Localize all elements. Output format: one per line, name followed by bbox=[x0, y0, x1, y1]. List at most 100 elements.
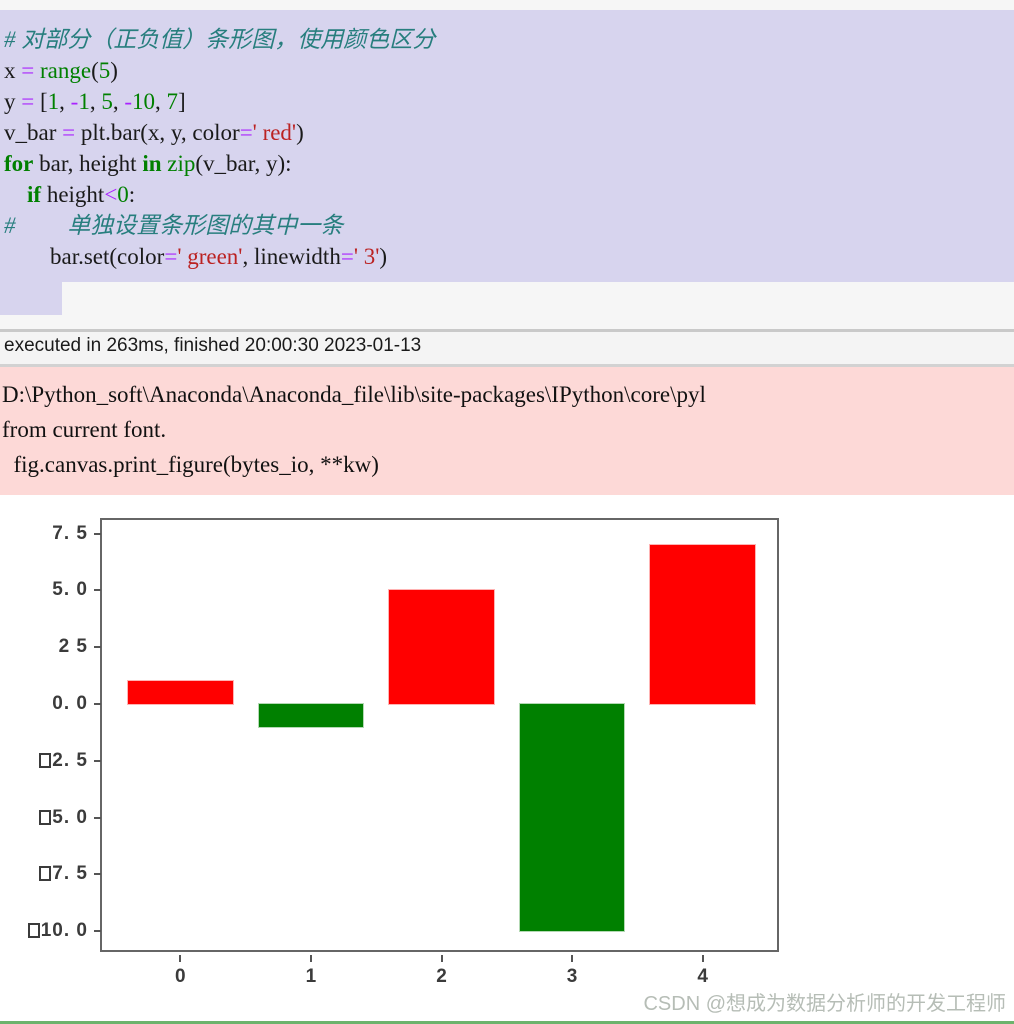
missing-glyph-box-icon bbox=[39, 809, 52, 825]
x-tick-label: 0 bbox=[175, 966, 186, 987]
code-token-op: = bbox=[62, 120, 76, 145]
code-token-op: < bbox=[104, 182, 118, 207]
y-tick-mark bbox=[94, 873, 101, 876]
x-tick-label: 3 bbox=[566, 966, 578, 987]
y-tick-mark bbox=[94, 703, 101, 706]
bar-0 bbox=[127, 680, 234, 706]
code-line: for bar, height in zip(v_bar, y): bbox=[4, 148, 435, 179]
stderr-line: from current font. bbox=[2, 417, 167, 442]
code-token-plain: bar, height bbox=[33, 151, 143, 176]
x-tick-label: 4 bbox=[697, 966, 708, 987]
y-tick-mark bbox=[94, 532, 101, 535]
code-source[interactable]: # 对部分（正负值）条形图，使用颜色区分 x = range(5) y = [1 , … bbox=[4, 24, 435, 272]
csdn-watermark: CSDN @想成为数据分析师的开发工程师 bbox=[643, 993, 1006, 1015]
y-tick-mark bbox=[94, 759, 101, 762]
code-line: # 单独设置条形图的其中一条 bbox=[4, 210, 435, 241]
code-line: if height<0: bbox=[4, 179, 435, 210]
code-token-plain: , bbox=[112, 89, 125, 114]
y-tick-mark bbox=[94, 816, 101, 819]
code-token-plain: v_bar bbox=[4, 120, 63, 145]
code-token-plain: ) bbox=[296, 120, 304, 145]
code-token-plain: : bbox=[128, 182, 136, 207]
y-tick-label: 2 5 bbox=[58, 636, 88, 658]
code-token-num: 5 bbox=[101, 89, 113, 114]
code-line: y = [1, -1, 5, -10, 7] bbox=[4, 86, 435, 117]
code-token-num: 0 bbox=[117, 182, 129, 207]
code-token-plain: ) bbox=[110, 58, 118, 83]
code-token-num: 1 bbox=[47, 89, 60, 114]
bar-4 bbox=[649, 543, 756, 706]
code-token-op: = bbox=[21, 89, 35, 114]
figure-output: 7. 5 5. 0 2 5 0. 0 2. 5 5. 0 7. 5 10. 0 0 1 2 3 4 C… bbox=[0, 495, 1014, 1024]
code-token-kw: if bbox=[27, 182, 42, 207]
y-tick-label: 10. 0 bbox=[0, 920, 88, 942]
y-tick-label: 7. 5 bbox=[0, 863, 88, 885]
stderr-line: D:\Python_soft\Anaconda\Anaconda_file\li… bbox=[2, 382, 706, 407]
plot-axes-frame bbox=[100, 518, 779, 952]
code-token-comment: # 对部分（正负值）条形图，使用颜色区分 bbox=[4, 27, 436, 52]
code-token-num: 10 bbox=[132, 89, 155, 114]
code-token-plain: ] bbox=[178, 89, 186, 114]
bars-layer bbox=[102, 520, 777, 950]
code-token-op: = bbox=[239, 120, 253, 145]
x-tick-label: 1 bbox=[305, 966, 317, 987]
x-tick-mark bbox=[571, 955, 574, 962]
code-cell[interactable]: # 对部分（正负值）条形图，使用颜色区分 x = range(5) y = [1 , … bbox=[0, 10, 1014, 282]
notebook-page: # 对部分（正负值）条形图，使用颜色区分 x = range(5) y = [1 , … bbox=[0, 0, 1014, 1024]
bar-1 bbox=[257, 703, 365, 728]
code-token-plain: , bbox=[59, 89, 71, 114]
y-tick-mark bbox=[94, 589, 101, 592]
code-gutter-stub bbox=[0, 282, 62, 315]
stderr-output-block: D:\Python_soft\Anaconda\Anaconda_file\li… bbox=[0, 367, 1014, 495]
code-token-str: ' red' bbox=[252, 120, 297, 145]
missing-glyph-box-icon bbox=[39, 866, 52, 882]
code-line: bar.set(color=' green', linewidth=' 3') bbox=[4, 241, 435, 272]
cell-top-strip bbox=[0, 0, 1014, 10]
code-token-kw: for bbox=[4, 151, 34, 176]
y-tick-mark bbox=[94, 930, 101, 933]
code-token-op: = bbox=[164, 244, 178, 269]
y-tick-mark bbox=[94, 646, 101, 649]
execution-status-text: executed in 263ms, finished 20:00:30 202… bbox=[4, 335, 422, 356]
code-token-plain: y bbox=[4, 89, 22, 114]
y-tick-label: 5. 0 bbox=[0, 807, 88, 829]
x-tick-mark bbox=[179, 955, 182, 962]
code-token-num: 7 bbox=[166, 89, 179, 114]
stderr-line: fig.canvas.print_figure(bytes_io, **kw) bbox=[2, 452, 379, 477]
code-token-comment: # 单独设置条形图的其中一条 bbox=[4, 213, 344, 238]
y-tick-label: 7. 5 bbox=[52, 522, 88, 544]
x-tick-mark bbox=[701, 955, 704, 962]
code-token-num: 1 bbox=[78, 89, 90, 114]
code-token-str: ' green' bbox=[177, 244, 243, 269]
x-tick-mark bbox=[309, 955, 312, 962]
code-token-fn: zip bbox=[167, 151, 196, 176]
code-token-plain: bar.set(color bbox=[4, 244, 165, 269]
code-token-plain: x bbox=[4, 58, 22, 83]
stderr-output-text: D:\Python_soft\Anaconda\Anaconda_file\li… bbox=[2, 377, 706, 482]
y-tick-label: 0. 0 bbox=[52, 693, 88, 715]
code-token-fn: range bbox=[39, 58, 92, 83]
code-token-plain: height bbox=[41, 182, 105, 207]
code-line: x = range(5) bbox=[4, 55, 435, 86]
code-token-str: ' 3' bbox=[353, 244, 380, 269]
code-token-op: = bbox=[340, 244, 354, 269]
code-token-plain: ) bbox=[379, 244, 388, 269]
code-token-plain: (v_bar, y): bbox=[195, 151, 292, 176]
code-token-plain: , linewidth bbox=[242, 244, 341, 269]
code-token-plain: ( bbox=[91, 58, 99, 83]
code-token-op: - bbox=[124, 89, 132, 114]
code-token-plain: , bbox=[89, 89, 102, 114]
bar-2 bbox=[388, 589, 495, 706]
code-token-plain: , bbox=[155, 89, 167, 114]
code-token-num: 5 bbox=[98, 58, 111, 83]
code-token-kw: in bbox=[142, 151, 162, 176]
x-tick-label: 2 bbox=[436, 966, 447, 987]
code-cell-footer bbox=[0, 282, 1014, 330]
y-tick-label: 2. 5 bbox=[0, 750, 88, 772]
y-tick-label: 5. 0 bbox=[52, 579, 88, 601]
code-token-op: = bbox=[21, 58, 35, 83]
bar-3 bbox=[518, 703, 626, 933]
code-token-plain: [ bbox=[34, 89, 48, 114]
missing-glyph-box-icon bbox=[39, 752, 52, 768]
